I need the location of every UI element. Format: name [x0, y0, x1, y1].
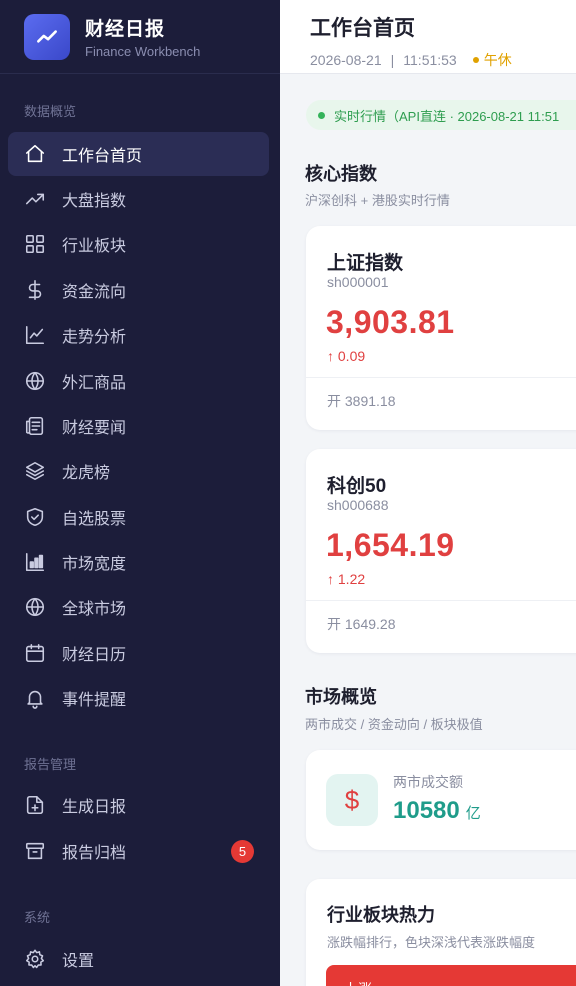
newspaper-icon [24, 415, 46, 437]
heatmap-tile-label: 上涨 [344, 981, 372, 986]
sidebar-item-label: 大盘指数 [62, 193, 127, 210]
sidebar-item-dragon-tiger[interactable]: 龙虎榜 [8, 449, 269, 493]
index-open: 开 3891.18 [327, 393, 396, 409]
globe-icon [24, 596, 46, 618]
sidebar-item-capital-flow[interactable]: 资金流向 [8, 268, 269, 312]
sidebar-item-watchlist[interactable]: 自选股票 [8, 495, 269, 539]
sidebar-item-forex[interactable]: 外汇商品 [8, 359, 269, 403]
home-icon [24, 143, 46, 165]
brand-title: 财经日报 [85, 19, 166, 40]
header-meta: 2026-08-21 | 11:51:53 午休 [310, 50, 576, 70]
topbar: 工作台首页 2026-08-21 | 11:51:53 午休 [280, 0, 576, 74]
live-status-text: 实时行情（API直连 · 2026-08-21 11:51 [334, 108, 560, 124]
sidebar-item-market-breadth[interactable]: 市场宽度 [8, 540, 269, 584]
volume-value: 10580 [393, 797, 460, 824]
card-divider [306, 600, 576, 601]
header-time: 11:51:53 [403, 52, 457, 68]
index-code: sh000688 [327, 497, 389, 513]
shield-check-icon [24, 506, 46, 528]
grid-icon [24, 233, 46, 255]
volume-label: 两市成交额 [393, 774, 463, 790]
sidebar-item-label: 龙虎榜 [62, 465, 111, 482]
status-dot-icon [472, 57, 479, 63]
volume-unit: 亿 [465, 805, 481, 822]
index-code: sh000001 [327, 274, 389, 290]
sidebar-item-label: 资金流向 [62, 284, 127, 301]
sidebar-item-trend-analysis[interactable]: 走势分析 [8, 313, 269, 357]
line-chart-icon [24, 324, 46, 346]
index-name: 上证指数 [327, 253, 404, 274]
sidebar-item-report-archive[interactable]: 报告归档 5 [8, 829, 269, 873]
section-label-reports: 报告管理 [24, 757, 77, 772]
bell-icon [24, 687, 46, 709]
sidebar-item-label: 走势分析 [62, 329, 127, 346]
sidebar-item-label: 行业板块 [62, 238, 127, 255]
index-open: 开 1649.28 [327, 616, 396, 632]
sidebar-item-label: 设置 [62, 953, 95, 970]
section-label-system: 系统 [24, 910, 51, 925]
sidebar-item-label: 事件提醒 [62, 692, 127, 709]
page-title: 工作台首页 [310, 17, 415, 40]
globe-icon [24, 370, 46, 392]
sidebar-item-dashboard[interactable]: 工作台首页 [8, 132, 269, 176]
core-section-title: 核心指数 [305, 164, 377, 184]
live-status-badge: 实时行情（API直连 · 2026-08-21 11:51 [306, 100, 576, 130]
sidebar: 财经日报 Finance Workbench 数据概览 工作台首页 大盘指数 行… [0, 0, 280, 986]
archive-icon [24, 840, 46, 862]
file-plus-icon [24, 794, 46, 816]
heatmap-subtitle: 涨跌幅排行，色块深浅代表涨跌幅度 [327, 935, 536, 950]
sidebar-item-label: 生成日报 [62, 799, 127, 816]
dollar-icon: $ [326, 774, 378, 826]
brand[interactable]: 财经日报 Finance Workbench [0, 0, 280, 74]
sector-heatmap-card: 行业板块热力 涨跌幅排行，色块深浅代表涨跌幅度 上涨 [306, 879, 576, 986]
trending-up-icon [24, 188, 46, 210]
sidebar-item-generate-report[interactable]: 生成日报 [8, 783, 269, 827]
sidebar-item-label: 市场宽度 [62, 556, 127, 573]
index-change: ↑ 1.22 [327, 571, 366, 587]
sidebar-item-label: 报告归档 [62, 845, 127, 862]
card-divider [306, 377, 576, 378]
sidebar-item-label: 外汇商品 [62, 375, 127, 392]
heatmap-tile[interactable]: 上涨 [326, 965, 576, 986]
index-change: ↑ 0.09 [327, 348, 366, 364]
header-date: 2026-08-21 [310, 52, 382, 68]
archive-count-badge: 5 [231, 840, 254, 863]
market-status-label: 午休 [483, 52, 512, 68]
sidebar-item-calendar[interactable]: 财经日历 [8, 631, 269, 675]
index-card-shanghai[interactable]: 上证指数 sh000001 3,903.81 ↑ 0.09 开 3891.18 [306, 226, 576, 430]
dollar-icon [24, 279, 46, 301]
sidebar-item-label: 财经日历 [62, 647, 127, 664]
trend-logo-icon [24, 13, 70, 60]
volume-value-row: 10580 亿 [393, 797, 481, 825]
sidebar-item-label: 全球市场 [62, 601, 127, 618]
index-name: 科创50 [327, 476, 387, 497]
trading-volume-card[interactable]: $ 两市成交额 10580 亿 [306, 750, 576, 850]
gear-icon [24, 948, 46, 970]
live-dot-icon [318, 111, 325, 119]
sidebar-item-global-markets[interactable]: 全球市场 [8, 585, 269, 629]
index-value: 3,903.81 [326, 304, 455, 340]
heatmap-title: 行业板块热力 [327, 905, 435, 925]
layers-icon [24, 460, 46, 482]
section-label-overview: 数据概览 [24, 104, 77, 119]
bar-chart-icon [24, 551, 46, 573]
sidebar-item-sectors[interactable]: 行业板块 [8, 222, 269, 266]
sidebar-item-news[interactable]: 财经要闻 [8, 404, 269, 448]
sidebar-item-settings[interactable]: 设置 [8, 937, 269, 981]
index-value: 1,654.19 [326, 527, 455, 563]
brand-subtitle: Finance Workbench [85, 44, 201, 59]
overview-section-subtitle: 两市成交 / 资金动向 / 板块极值 [305, 717, 483, 732]
header-separator: | [390, 52, 395, 68]
calendar-icon [24, 642, 46, 664]
sidebar-item-alerts[interactable]: 事件提醒 [8, 676, 269, 720]
sidebar-item-label: 工作台首页 [62, 148, 143, 165]
index-card-star50[interactable]: 科创50 sh000688 1,654.19 ↑ 1.22 开 1649.28 [306, 449, 576, 653]
sidebar-item-market-index[interactable]: 大盘指数 [8, 177, 269, 221]
sidebar-item-label: 自选股票 [62, 511, 127, 528]
sidebar-item-label: 财经要闻 [62, 420, 127, 437]
main-content: 工作台首页 2026-08-21 | 11:51:53 午休 实时行情（API直… [280, 0, 576, 986]
core-section-subtitle: 沪深创科 + 港股实时行情 [305, 193, 450, 208]
overview-section-title: 市场概览 [305, 687, 377, 707]
market-status: 午休 [472, 50, 512, 70]
